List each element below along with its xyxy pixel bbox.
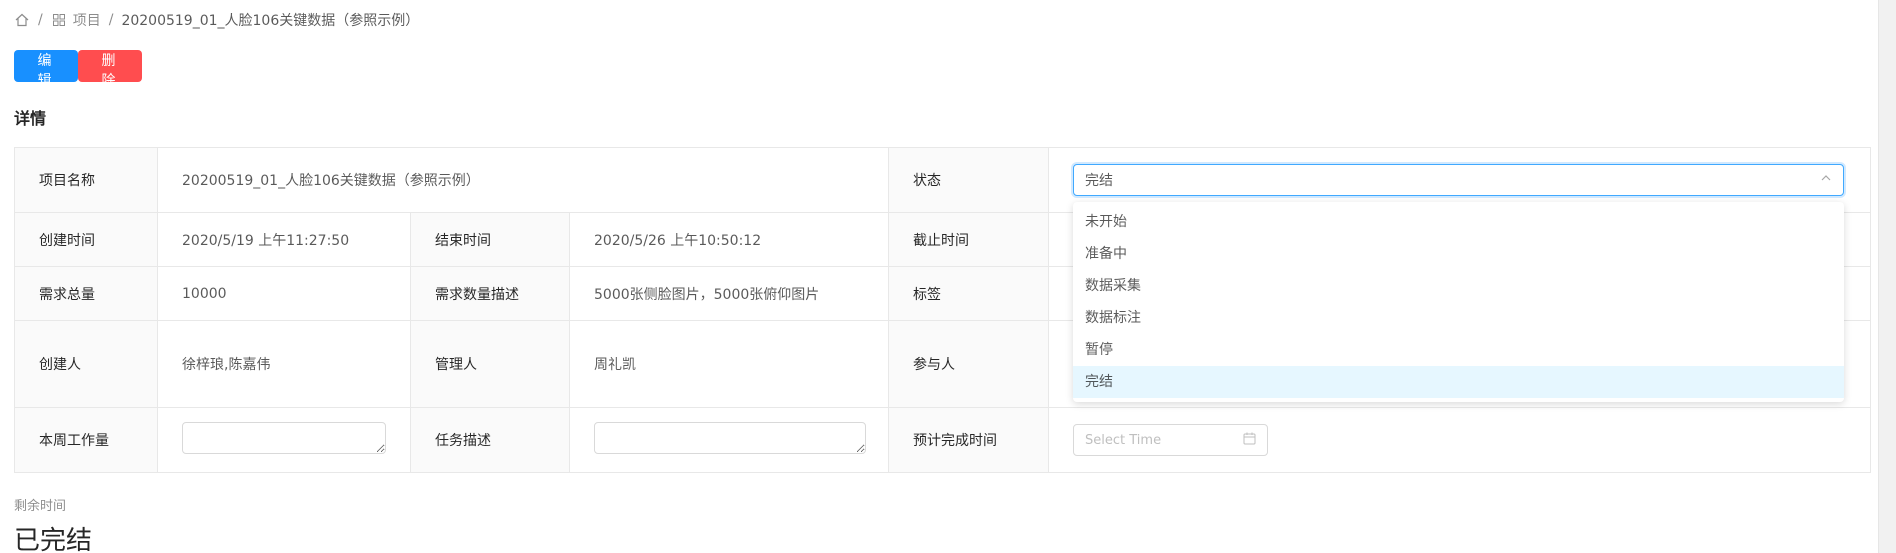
project-name-value: 20200519_01_人脸106关键数据（参照示例） [156, 147, 890, 213]
edit-button[interactable]: 编 辑 [14, 50, 78, 89]
project-name-label: 项目名称 [14, 147, 158, 213]
task-desc-input[interactable] [594, 422, 866, 454]
demand-total-value: 10000 [157, 266, 411, 321]
status-option[interactable]: 数据标注 [1073, 302, 1844, 334]
section-title: 详情 [14, 109, 47, 128]
task-desc-label: 任务描述 [410, 407, 570, 473]
eta-time-picker[interactable]: Select Time [1073, 424, 1269, 456]
status-select-value: 完结 [1085, 173, 1114, 189]
demand-desc-value: 5000张侧脸图片，5000张俯仰图片 [568, 266, 890, 321]
action-bar: 编 辑 删 除 [14, 50, 142, 89]
demand-total-label: 需求总量 [14, 266, 158, 321]
status-option[interactable]: 准备中 [1073, 238, 1844, 270]
weekly-work-cell [157, 407, 411, 473]
end-time-label: 结束时间 [410, 212, 570, 267]
creator-label: 创建人 [14, 320, 158, 408]
appstore-icon [51, 12, 67, 28]
status-option[interactable]: 未开始 [1073, 206, 1844, 238]
eta-label: 预计完成时间 [888, 407, 1050, 473]
status-option[interactable]: 数据采集 [1073, 270, 1844, 302]
task-desc-cell [568, 407, 890, 473]
breadcrumb-project-label: 项目 [72, 13, 101, 29]
breadcrumb-project-link[interactable]: 项目 [51, 10, 101, 30]
creator-value: 徐梓琅,陈嘉伟 [157, 320, 411, 408]
created-time-value: 2020/5/19 上午11:27:50 [157, 212, 411, 267]
time-picker-placeholder: Select Time [1085, 432, 1162, 448]
weekly-work-label: 本周工作量 [14, 407, 158, 473]
status-select[interactable]: 完结 [1073, 164, 1845, 196]
status-option-selected[interactable]: 完结 [1073, 366, 1844, 398]
table-row: 本周工作量 任务描述 预计完成时间 Select Time [14, 407, 1872, 473]
status-dropdown-menu: 未开始 准备中 数据采集 数据标注 暂停 完结 [1073, 202, 1844, 402]
breadcrumb-current: 20200519_01_人脸106关键数据（参照示例） [121, 13, 420, 29]
created-time-label: 创建时间 [14, 212, 158, 267]
participant-label: 参与人 [888, 320, 1050, 408]
home-icon[interactable] [14, 12, 30, 28]
chevron-up-icon [1820, 172, 1832, 188]
eta-cell: Select Time [1048, 407, 1872, 473]
breadcrumb: / 项目 / 20200519_01_人脸106关键数据（参照示例） [14, 10, 419, 30]
breadcrumb-separator: / [108, 12, 114, 28]
status-option[interactable]: 暂停 [1073, 334, 1844, 366]
manager-label: 管理人 [410, 320, 570, 408]
breadcrumb-separator: / [38, 12, 43, 28]
end-time-value: 2020/5/26 上午10:50:12 [568, 212, 890, 267]
remaining-time-value: 已完结 [14, 526, 93, 553]
tag-label: 标签 [888, 266, 1050, 321]
delete-button[interactable]: 删 除 [78, 50, 142, 89]
calendar-icon [1243, 432, 1256, 449]
remaining-time-label: 剩余时间 [14, 499, 67, 514]
page-scrollbar[interactable] [1878, 0, 1896, 553]
manager-value: 周礼凯 [568, 320, 890, 408]
demand-desc-label: 需求数量描述 [410, 266, 570, 321]
weekly-work-input[interactable] [182, 422, 386, 454]
deadline-label: 截止时间 [888, 212, 1050, 267]
status-label: 状态 [888, 147, 1050, 213]
